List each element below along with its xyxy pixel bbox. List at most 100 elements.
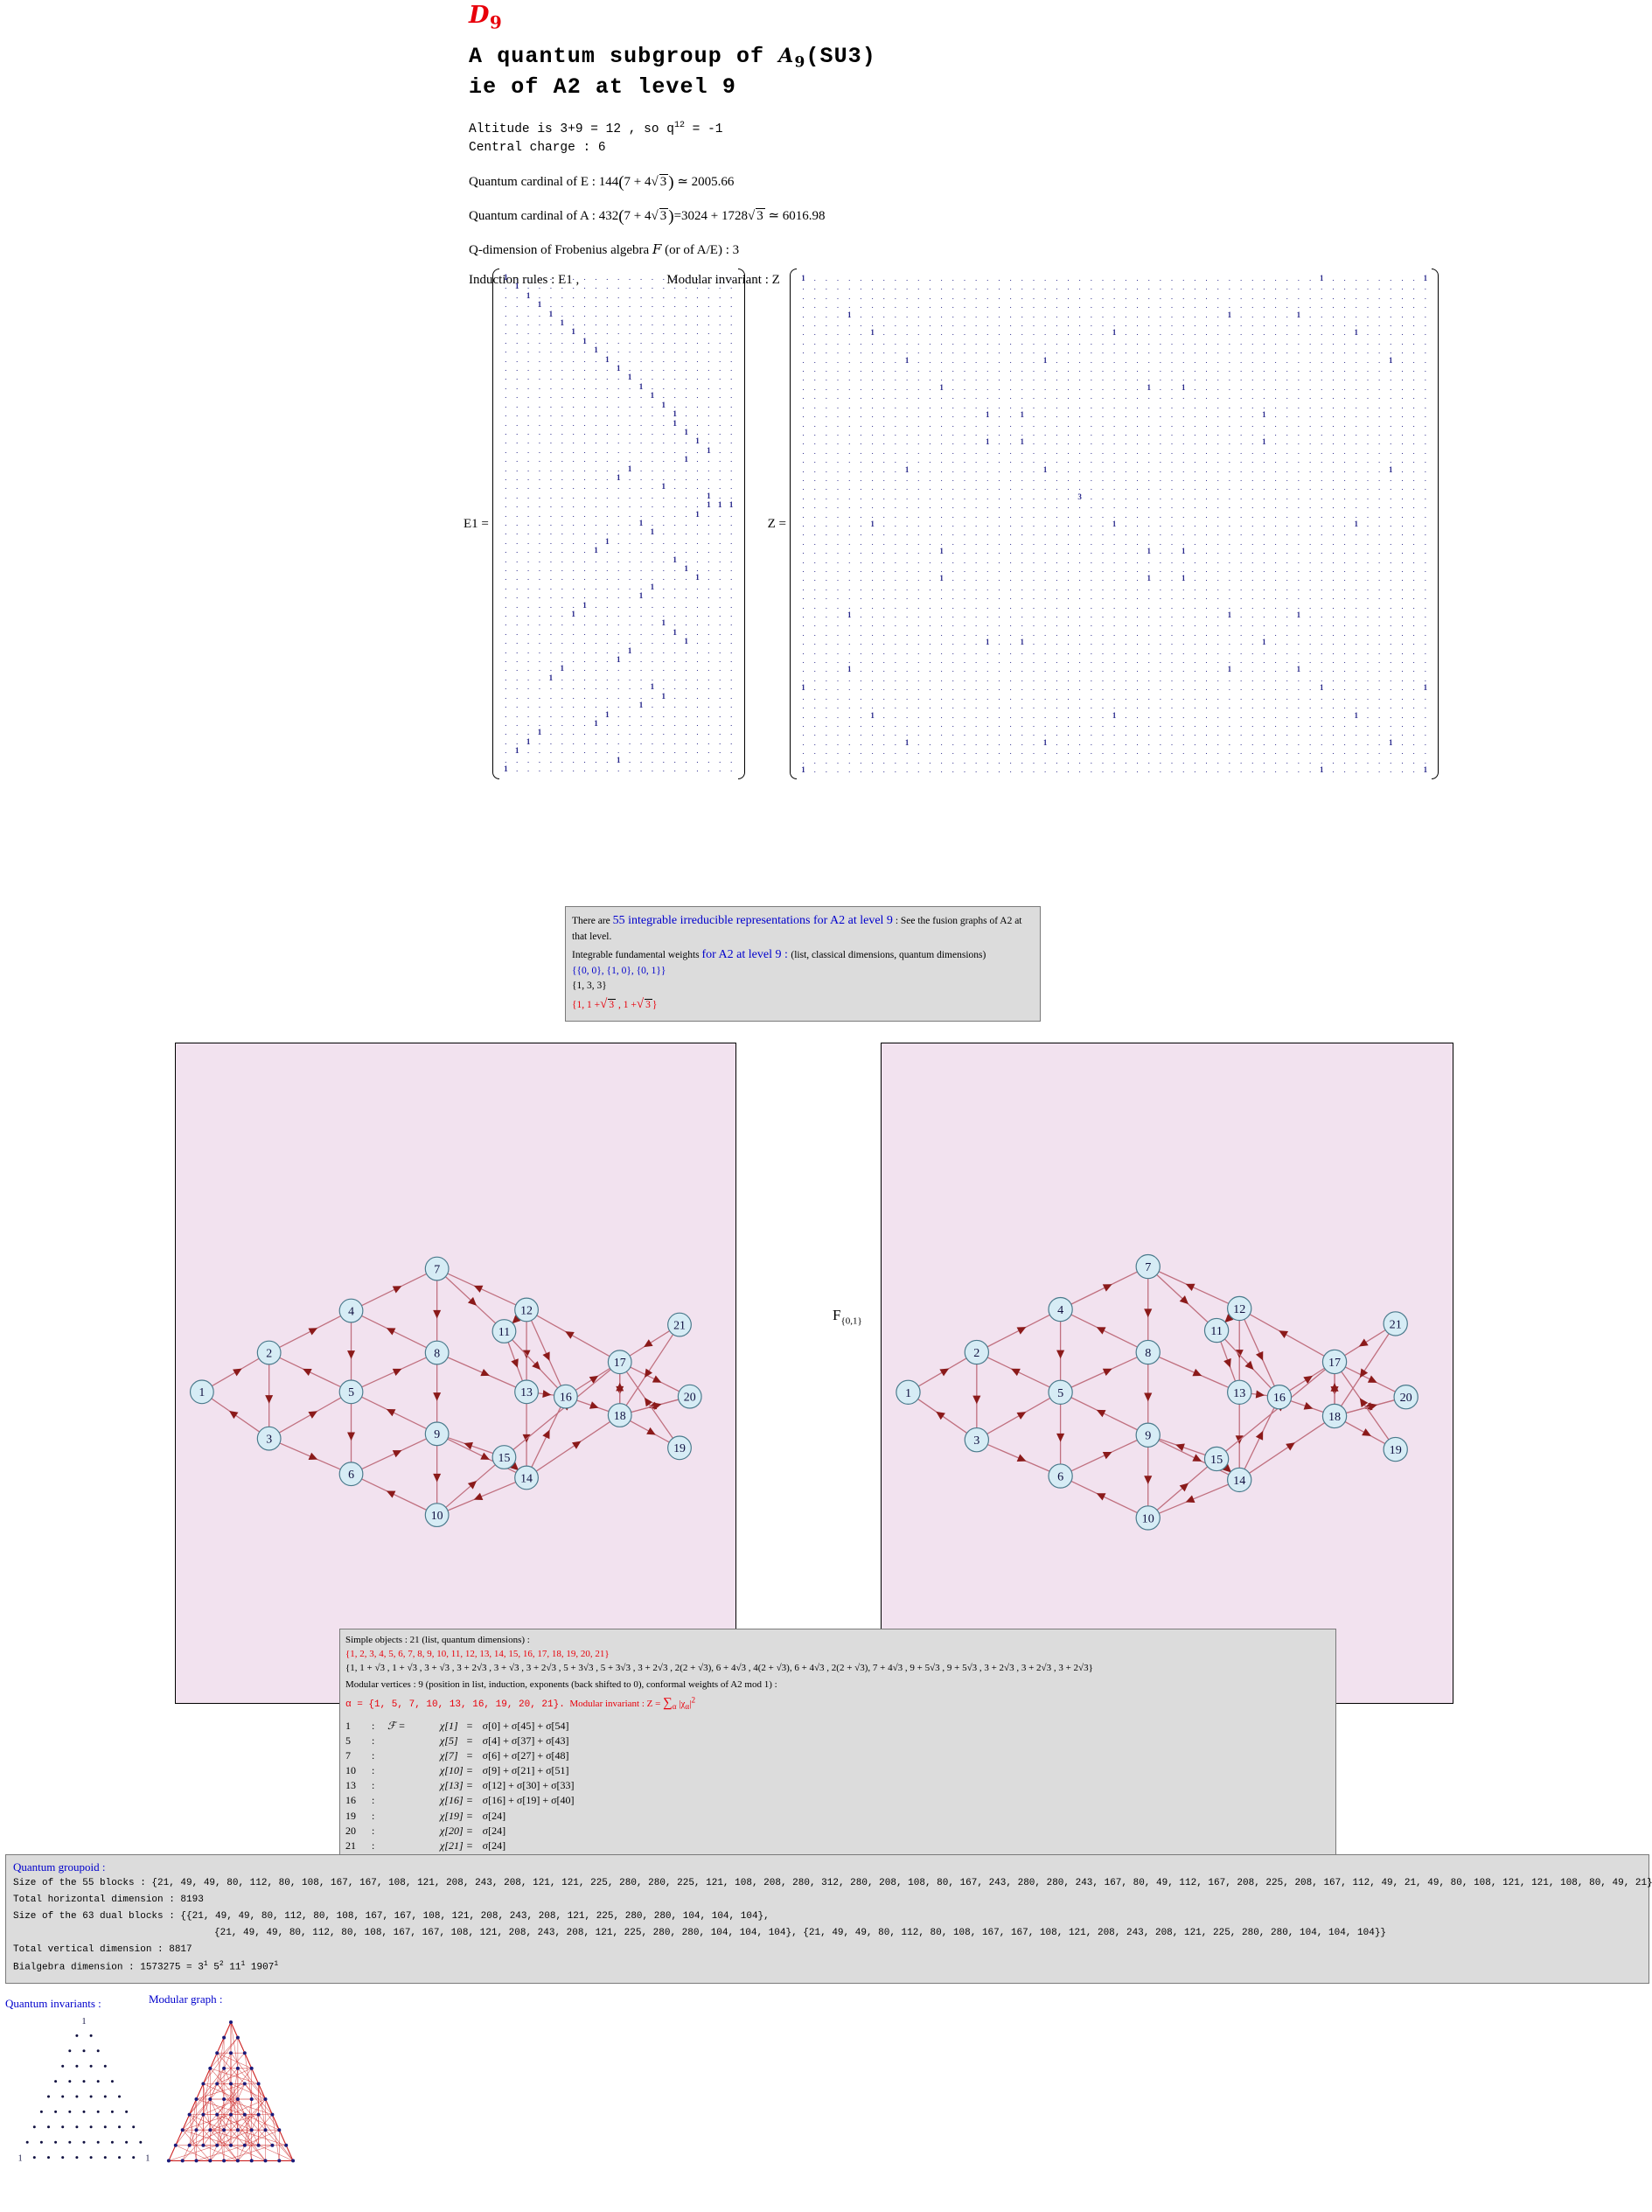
matrix-cell-zero: . <box>1286 628 1288 638</box>
matrix-cell-zero: . <box>1321 601 1323 611</box>
matrix-cell-value: 1 <box>904 737 910 747</box>
graph-node-11[interactable]: 11 <box>491 1319 517 1343</box>
graph-node-3[interactable]: 3 <box>964 1427 990 1453</box>
matrix-cell-zero: . <box>986 428 989 437</box>
graph-node-1[interactable]: 1 <box>896 1379 921 1405</box>
graph-node-7[interactable]: 7 <box>1135 1253 1161 1280</box>
matrix-cell-zero: . <box>1078 310 1081 319</box>
matrix-cell-zero: . <box>905 428 909 437</box>
matrix-cell-zero: . <box>894 665 897 674</box>
graph-node-16[interactable]: 16 <box>553 1384 578 1409</box>
graph-node-10[interactable]: 10 <box>424 1503 450 1528</box>
matrix-cell-zero: . <box>1101 656 1105 666</box>
matrix-cell-zero: . <box>1239 291 1243 301</box>
graph-node-13[interactable]: 13 <box>514 1379 539 1405</box>
graph-node-15[interactable]: 15 <box>1203 1446 1230 1472</box>
matrix-cell-zero: . <box>1125 619 1127 629</box>
matrix-cell-zero: . <box>1401 291 1404 301</box>
matrix-cell-zero: . <box>1355 373 1357 383</box>
graph-node-15[interactable]: 15 <box>491 1445 517 1469</box>
graph-node-5[interactable]: 5 <box>1048 1379 1073 1405</box>
matrix-row: ........................................… <box>798 757 1431 765</box>
graph-node-20[interactable]: 20 <box>677 1384 702 1409</box>
graph-node-8[interactable]: 8 <box>424 1340 450 1365</box>
matrix-cell-zero: . <box>1078 473 1081 483</box>
matrix-cell-zero: . <box>639 673 643 683</box>
graph-node-18[interactable]: 18 <box>1321 1403 1348 1429</box>
matrix-cell-zero: . <box>836 456 840 465</box>
graph-node-21[interactable]: 21 <box>667 1312 692 1337</box>
graph-node-9[interactable]: 9 <box>424 1421 450 1447</box>
graph-node-19[interactable]: 19 <box>667 1435 692 1461</box>
graph-node-11[interactable]: 11 <box>1203 1317 1230 1343</box>
graph-node-3[interactable]: 3 <box>256 1426 282 1451</box>
matrix-cell-zero: . <box>860 747 862 757</box>
graph-node-10[interactable]: 10 <box>1135 1505 1161 1531</box>
matrix-cell-zero: . <box>1090 528 1092 538</box>
matrix-cell-zero: . <box>1078 574 1081 583</box>
matrix-cell-value: 1 <box>1389 737 1393 747</box>
graph-node-21[interactable]: 21 <box>1383 1311 1408 1336</box>
matrix-cell-zero: . <box>505 710 507 720</box>
matrix-cell-zero: . <box>1378 373 1381 383</box>
matrix-cell-zero: . <box>825 310 827 319</box>
matrix-cell-zero: . <box>595 519 597 528</box>
matrix-cell-zero: . <box>1228 683 1231 693</box>
graph-node-16[interactable]: 16 <box>1266 1385 1293 1410</box>
graph-node-12[interactable]: 12 <box>1227 1295 1252 1322</box>
matrix-cell-zero: . <box>651 701 654 711</box>
matrix-cell-zero: . <box>1390 401 1392 410</box>
graph-node-7[interactable]: 7 <box>424 1256 450 1281</box>
modular-graph-vertex <box>235 2035 240 2040</box>
graph-node-18[interactable]: 18 <box>607 1403 632 1427</box>
matrix-cell-zero: . <box>1263 283 1265 292</box>
matrix-cell-zero: . <box>860 346 862 356</box>
graph-node-19[interactable]: 19 <box>1383 1436 1408 1462</box>
matrix-cell-zero: . <box>1366 291 1370 301</box>
graph-node-17[interactable]: 17 <box>1321 1349 1348 1375</box>
modular-graph-vertex <box>229 2020 233 2024</box>
matrix-cell-zero: . <box>929 747 931 757</box>
matrix-cell-zero: . <box>1113 410 1116 420</box>
modular-graph-vertex <box>187 2143 192 2147</box>
graph-node-1[interactable]: 1 <box>189 1379 214 1405</box>
matrix-cell-zero: . <box>1228 337 1231 346</box>
graph-node-14[interactable]: 14 <box>514 1465 539 1490</box>
matrix-row: ........................................… <box>798 346 1431 355</box>
matrix-cell-zero: . <box>940 519 943 528</box>
matrix-cell-zero: . <box>708 392 710 401</box>
matrix-cell-zero: . <box>917 646 920 656</box>
matrix-cell-zero: . <box>1194 446 1196 456</box>
matrix-cell-zero: . <box>1297 537 1300 547</box>
graph-node-6[interactable]: 6 <box>338 1462 364 1487</box>
graph-node-6[interactable]: 6 <box>1048 1463 1073 1489</box>
matrix-cell-zero: . <box>1378 601 1381 611</box>
graph-node-2[interactable]: 2 <box>964 1339 990 1365</box>
graph-node-8[interactable]: 8 <box>1135 1339 1161 1365</box>
matrix-cell-zero: . <box>628 528 631 538</box>
graph-node-4[interactable]: 4 <box>338 1298 364 1323</box>
graph-node-4[interactable]: 4 <box>1048 1296 1073 1322</box>
matrix-cell-zero: . <box>538 747 541 757</box>
matrix-cell-zero: . <box>1343 701 1346 711</box>
matrix-cell-zero: . <box>1390 747 1392 757</box>
matrix-cell-zero: . <box>639 483 643 492</box>
matrix-cell-zero: . <box>526 729 530 738</box>
matrix-cell-zero: . <box>1044 410 1047 420</box>
graph-node-9[interactable]: 9 <box>1135 1422 1161 1448</box>
graph-node-20[interactable]: 20 <box>1393 1385 1418 1410</box>
matrix-cell-zero: . <box>719 346 721 356</box>
matrix-cell-zero: . <box>1390 274 1392 283</box>
matrix-cell-zero: . <box>572 737 575 747</box>
matrix-cell-value: 1 <box>616 756 621 765</box>
matrix-cell-zero: . <box>813 456 816 465</box>
graph-node-12[interactable]: 12 <box>514 1297 539 1322</box>
matrix-cell-zero: . <box>719 473 721 483</box>
graph-node-2[interactable]: 2 <box>256 1340 282 1365</box>
quantum-cardinal-A: Quantum cardinal of A : 432(7 + 4√ 3)=302… <box>469 206 826 226</box>
graph-node-17[interactable]: 17 <box>607 1350 632 1375</box>
graph-node-14[interactable]: 14 <box>1227 1467 1252 1493</box>
graph-node-5[interactable]: 5 <box>338 1379 364 1405</box>
matrix-cell-zero: . <box>1321 628 1323 638</box>
graph-node-13[interactable]: 13 <box>1227 1379 1252 1405</box>
